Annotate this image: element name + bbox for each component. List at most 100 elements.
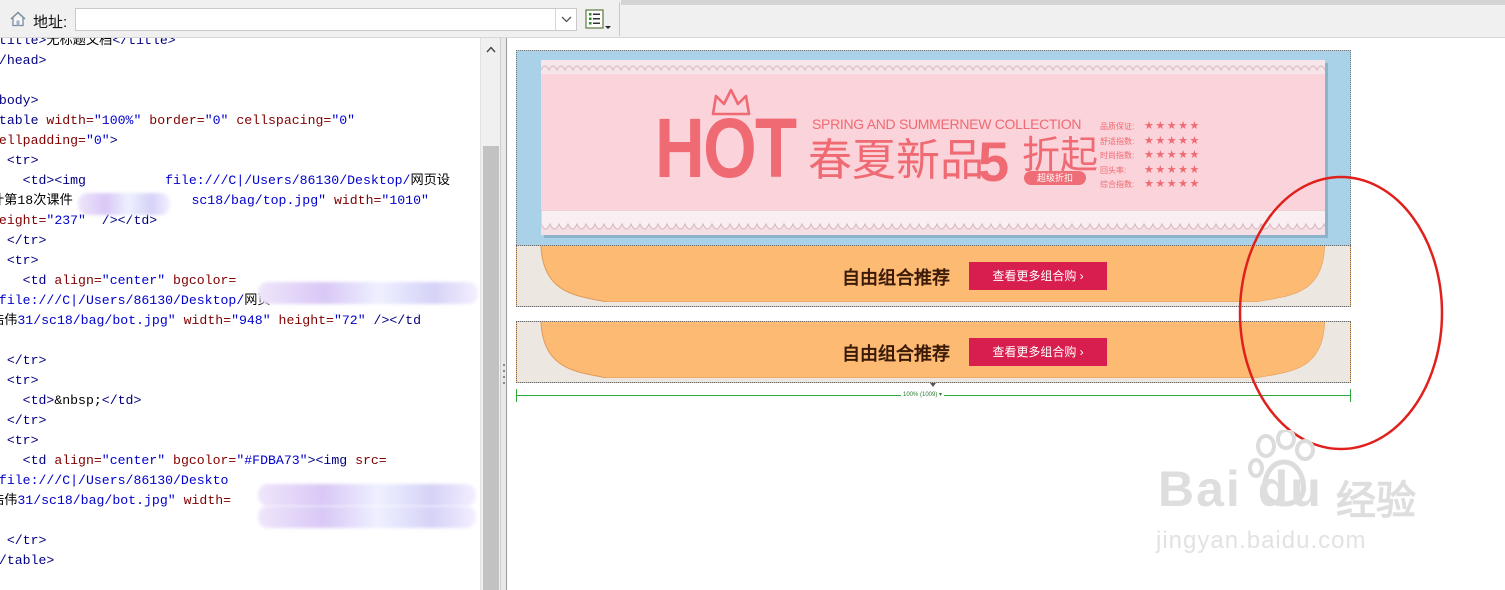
code-token: align= <box>54 273 102 288</box>
code-line[interactable]: > <box>0 331 450 351</box>
code-token: <img <box>54 173 86 188</box>
code-token: width= <box>46 113 94 128</box>
code-line[interactable]: </tr> <box>0 231 450 251</box>
rating-list: 品质保证: ★★★★★ 舒适指数: ★★★★★ 时尚指数: ★★★★★ 回头率: ★★★★★ 综… <box>1100 116 1201 190</box>
red-annotation-circle <box>1238 175 1444 451</box>
code-token: "100%" <box>93 113 150 128</box>
code-token: </tr> <box>6 533 47 548</box>
code-token: 网页设 <box>410 173 450 188</box>
code-token: 浩伟 <box>0 313 18 328</box>
code-token: <title> <box>0 38 47 48</box>
grip-dot <box>503 382 505 384</box>
code-line[interactable]: <body> <box>0 91 450 111</box>
discount-number: 5 <box>978 130 1010 193</box>
code-token: src= <box>355 453 387 468</box>
code-token: width= <box>333 193 382 208</box>
code-token: /> <box>93 213 118 228</box>
code-token: "#FDBA73" <box>236 453 308 468</box>
combo-banner-1[interactable]: 自由组合推荐 查看更多组合购 › <box>516 245 1351 307</box>
code-line[interactable]: <td align="center" bgcolor="#FDBA73"><im… <box>0 451 450 471</box>
collection-subtitle: SPRING AND SUMMERNEW COLLECTION <box>812 116 1082 132</box>
code-token: <td> <box>22 393 55 408</box>
grip-dot <box>503 364 505 366</box>
code-line[interactable]: cellpadding="0"> <box>0 131 450 151</box>
code-line[interactable]: <td>&nbsp;</td> <box>0 391 450 411</box>
code-token: <table <box>0 113 39 128</box>
redacted-text <box>78 193 170 215</box>
code-token: "237" <box>46 213 94 228</box>
code-token: /></td <box>373 313 422 328</box>
code-scrollbar[interactable] <box>480 38 500 590</box>
pane-splitter[interactable] <box>500 38 507 590</box>
code-token: "file:///C|/Users/86130/Desktop/ <box>0 293 245 308</box>
code-token: file:///C|/Users/86130/Desktop/ <box>165 173 411 188</box>
code-token: "center" <box>101 453 174 468</box>
view-more-combos-button[interactable]: 查看更多组合购 › <box>969 262 1107 290</box>
code-line[interactable]: </tr> <box>0 411 450 431</box>
rating-row: 综合指数: ★★★★★ <box>1100 174 1201 190</box>
code-line[interactable] <box>0 71 450 91</box>
rating-row: 回头率: ★★★★★ <box>1100 160 1201 176</box>
code-token: "1010" <box>381 193 429 208</box>
home-icon[interactable] <box>9 10 27 28</box>
code-token: <tr> <box>6 253 39 268</box>
code-token: </tr> <box>6 413 47 428</box>
code-line[interactable]: 浩伟31/sc18/bag/bot.jpg" width="948" heigh… <box>0 311 450 331</box>
code-token: <tr> <box>6 153 39 168</box>
code-token: sc18/bag/top.jpg" <box>191 193 334 208</box>
code-token: "948" <box>231 313 279 328</box>
chevron-up-icon <box>486 46 496 53</box>
code-token: align= <box>54 453 102 468</box>
width-label[interactable]: 100% (1009) ▾ <box>901 391 945 398</box>
view-more-combos-button[interactable]: 查看更多组合购 › <box>969 338 1107 366</box>
address-input[interactable] <box>75 8 577 31</box>
redacted-text <box>258 484 476 506</box>
code-line[interactable]: 计第18次课件 sc18/bag/top.jpg" width="1010" <box>0 191 450 211</box>
code-line[interactable]: <title>无标题文档</title> <box>0 38 450 51</box>
scroll-up-button[interactable] <box>481 38 501 60</box>
code-line[interactable]: <td><img file:///C|/Users/86130/Desktop/… <box>0 171 450 191</box>
scroll-thumb[interactable] <box>483 146 499 590</box>
code-token: </tr> <box>6 233 47 248</box>
code-line[interactable]: </table> <box>0 551 450 571</box>
code-line[interactable]: </tr> <box>0 531 450 551</box>
code-line[interactable]: </head> <box>0 51 450 71</box>
code-line[interactable]: <tr> <box>0 431 450 451</box>
address-toolbar: 地址: <box>0 0 1505 38</box>
code-token: <tr> <box>6 433 39 448</box>
code-token: height= <box>278 313 334 328</box>
code-token: 浩伟 <box>0 493 18 508</box>
combo-banner-2[interactable]: 自由组合推荐 查看更多组合购 › <box>516 321 1351 383</box>
rating-row: 时尚指数: ★★★★★ <box>1100 145 1201 161</box>
address-label: 地址: <box>33 14 68 31</box>
toolbar-divider <box>619 2 620 36</box>
code-line[interactable]: <tr> <box>0 371 450 391</box>
code-token: bgcolor= <box>173 453 237 468</box>
grip-dot <box>503 376 505 378</box>
rating-label: 综合指数: <box>1100 180 1135 189</box>
watermark-url: jingyan.baidu.com <box>1156 527 1367 554</box>
redacted-text <box>258 506 476 528</box>
code-line[interactable]: <tr> <box>0 251 450 271</box>
code-editor[interactable]: <title>无标题文档</title> </head> <body> <table … <box>0 38 480 590</box>
table-width-indicator[interactable]: 100% (1009) ▾ <box>516 383 1351 402</box>
code-token: <body> <box>0 93 39 108</box>
code-token: "72" <box>333 313 374 328</box>
code-line[interactable]: </tr> <box>0 351 450 371</box>
code-line[interactable]: <table width="100%" border="0" cellspaci… <box>0 111 450 131</box>
lace-border-top <box>541 60 1325 74</box>
code-token: </title> <box>112 38 176 48</box>
code-token: cellspacing= <box>236 113 332 128</box>
code-line[interactable]: height="237" /></td> <box>0 211 450 231</box>
code-token: <td <box>22 273 47 288</box>
rating-row: 品质保证: ★★★★★ <box>1100 116 1201 132</box>
code-token: </tr> <box>6 353 47 368</box>
address-dropdown-button[interactable] <box>555 9 576 30</box>
code-token: </head> <box>0 53 47 68</box>
promo-headline: 春夏新品 <box>808 136 984 185</box>
rating-stars: ★★★★★ <box>1144 178 1201 190</box>
code-token: "0" <box>85 133 110 148</box>
code-token: "file:///C|/Users/86130/Deskto <box>0 473 229 488</box>
view-options-icon[interactable] <box>585 8 615 32</box>
code-line[interactable]: <tr> <box>0 151 450 171</box>
